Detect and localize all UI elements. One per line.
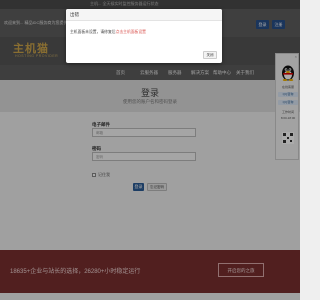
- dialog-close-button[interactable]: 关闭: [203, 51, 217, 59]
- dialog-message-text: 主机面板未设置，请修复后: [70, 30, 116, 34]
- dialog-settings-link[interactable]: 点击主机面板设置: [116, 30, 146, 34]
- dialog-header: 出错: [66, 9, 222, 21]
- dialog-title: 出错: [70, 12, 79, 17]
- error-dialog: 出错 主机面板未设置，请修复后点击主机面板设置 关闭: [66, 9, 222, 63]
- dialog-message: 主机面板未设置，请修复后点击主机面板设置: [70, 30, 146, 35]
